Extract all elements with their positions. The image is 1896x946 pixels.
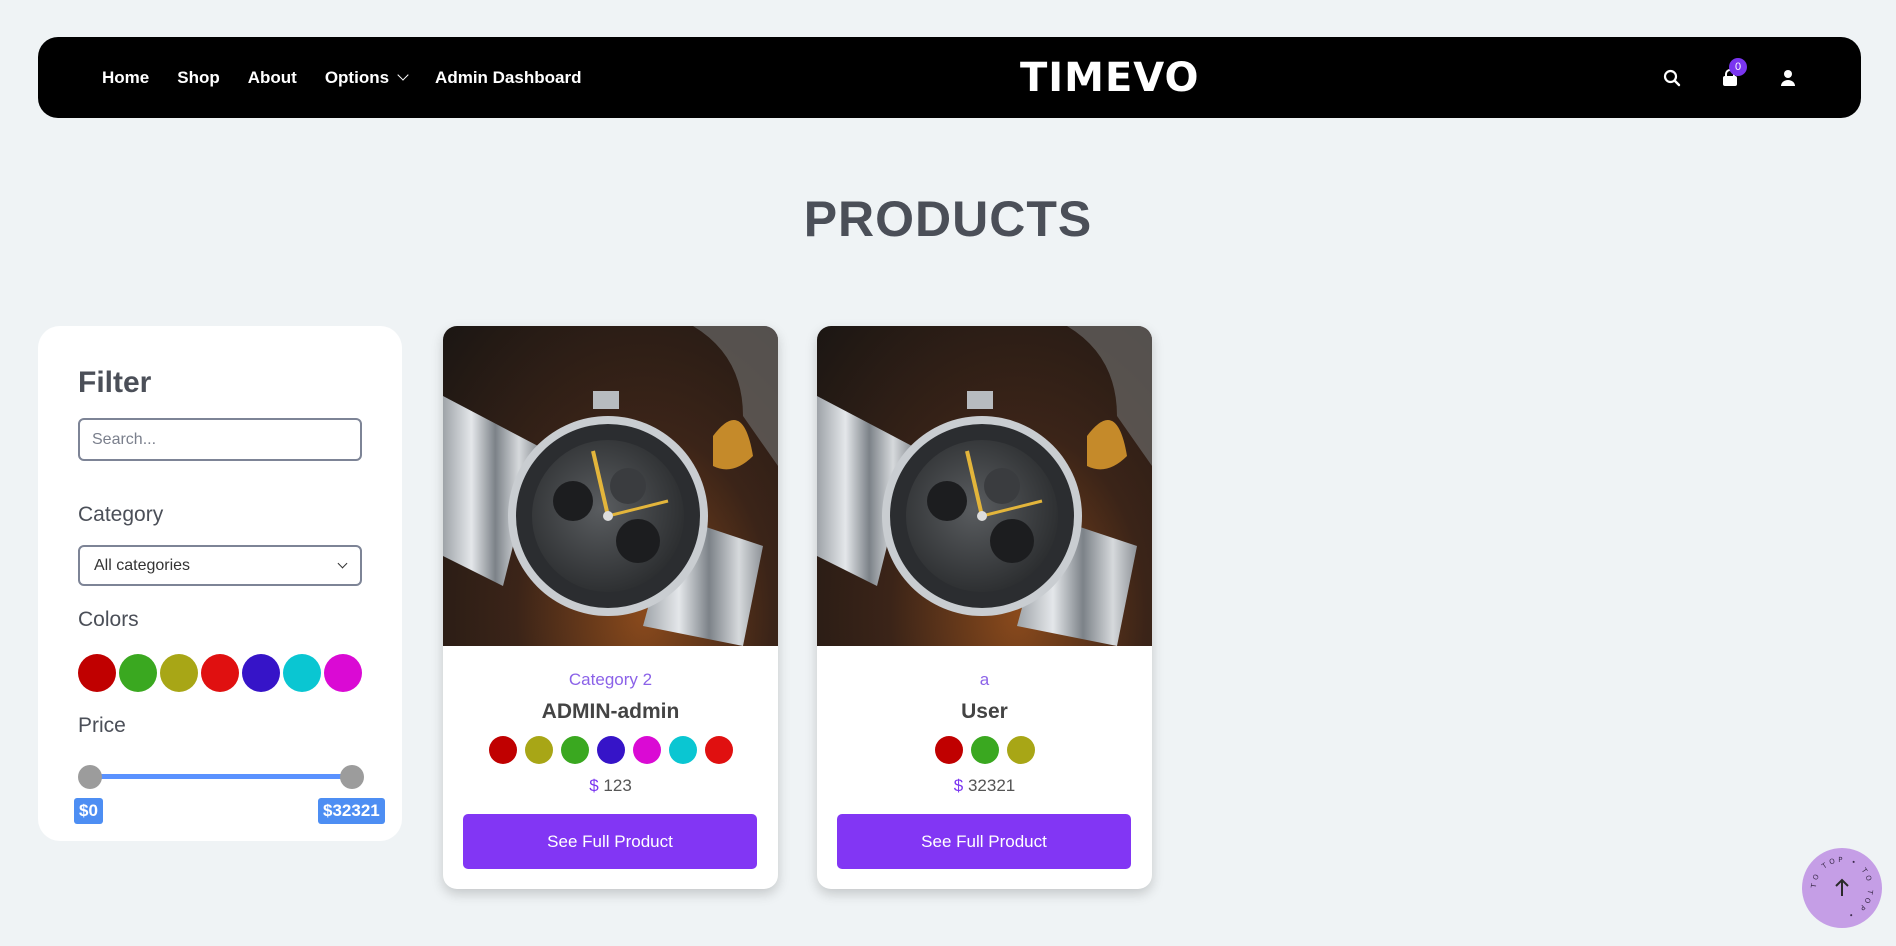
- color-swatch[interactable]: [324, 654, 362, 692]
- nav-admin-dashboard[interactable]: Admin Dashboard: [435, 68, 581, 88]
- product-card: Category 2 ADMIN-admin $ 123 See Full Pr…: [443, 326, 778, 889]
- price-range-track: [90, 774, 350, 779]
- color-swatch[interactable]: [283, 654, 321, 692]
- filter-panel: Filter Category All categories Colors Pr…: [38, 326, 402, 841]
- filter-title: Filter: [78, 366, 152, 399]
- product-price: $ 123: [443, 776, 778, 796]
- category-label: Category: [78, 503, 164, 526]
- color-swatch[interactable]: [78, 654, 116, 692]
- currency-symbol: $: [589, 776, 599, 795]
- colors-label: Colors: [78, 608, 139, 631]
- product-color-dot: [560, 736, 589, 764]
- product-color-dot: [934, 736, 963, 764]
- cart-icon[interactable]: 0: [1721, 57, 1747, 87]
- category-select[interactable]: All categories: [78, 545, 362, 586]
- product-category[interactable]: Category 2: [443, 670, 778, 690]
- see-full-product-button[interactable]: See Full Product: [837, 814, 1131, 869]
- scroll-to-top-button[interactable]: TO TOP • TO TOP •: [1802, 848, 1882, 928]
- arrow-up-icon: [1835, 878, 1849, 896]
- price-value: 123: [603, 776, 632, 795]
- cart-count-badge: 0: [1729, 57, 1747, 76]
- product-color-dot: [524, 736, 553, 764]
- user-icon[interactable]: [1779, 69, 1797, 87]
- price-min-value: $0: [74, 798, 103, 824]
- nav-about[interactable]: About: [248, 68, 297, 88]
- nav-icons: 0: [1663, 37, 1797, 118]
- nav-options-label: Options: [324, 67, 390, 87]
- color-swatches: [78, 654, 362, 692]
- color-swatch[interactable]: [160, 654, 198, 692]
- product-image[interactable]: [817, 326, 1152, 646]
- nav-options[interactable]: Options: [324, 67, 409, 88]
- logo-text: TIMEVO: [1020, 55, 1200, 101]
- logo[interactable]: TIMEVO: [1020, 55, 1200, 101]
- product-info: a User $ 32321: [817, 670, 1152, 796]
- product-color-dot: [632, 736, 661, 764]
- product-color-dot: [668, 736, 697, 764]
- nav-home[interactable]: Home: [102, 68, 149, 88]
- navbar: Home Shop About Options Admin Dashboard …: [38, 37, 1861, 118]
- product-image[interactable]: [443, 326, 778, 646]
- chevron-down-icon: [337, 558, 348, 569]
- product-colors: [817, 736, 1152, 764]
- color-swatch[interactable]: [242, 654, 280, 692]
- product-info: Category 2 ADMIN-admin $ 123: [443, 670, 778, 796]
- currency-symbol: $: [953, 776, 964, 795]
- product-name: ADMIN-admin: [541, 700, 680, 723]
- search-icon[interactable]: [1663, 69, 1681, 87]
- product-color-dot: [1006, 736, 1035, 764]
- product-color-dot: [970, 736, 999, 764]
- see-full-product-button[interactable]: See Full Product: [463, 814, 757, 869]
- chevron-down-icon: [397, 69, 409, 81]
- product-price: $ 32321: [817, 776, 1152, 796]
- price-label: Price: [78, 714, 126, 737]
- price-max-value: $32321: [318, 798, 385, 824]
- page-title: PRODUCTS: [803, 191, 1093, 247]
- nav-links: Home Shop About Options Admin Dashboard: [102, 37, 581, 118]
- color-swatch[interactable]: [201, 654, 239, 692]
- category-selected-value: All categories: [94, 556, 191, 574]
- price-min-handle[interactable]: [78, 765, 102, 789]
- product-color-dot: [704, 736, 733, 764]
- product-color-dot: [488, 736, 517, 764]
- nav-shop[interactable]: Shop: [177, 68, 220, 88]
- price-range-slider[interactable]: $0 $32321: [74, 760, 385, 824]
- price-value: 32321: [967, 776, 1016, 795]
- product-name: User: [961, 700, 1008, 723]
- product-colors: [443, 736, 778, 764]
- color-swatch[interactable]: [119, 654, 157, 692]
- product-color-dot: [596, 736, 625, 764]
- product-card: a User $ 32321 See Full Product: [817, 326, 1152, 889]
- price-max-handle[interactable]: [340, 765, 364, 789]
- product-category[interactable]: a: [817, 670, 1152, 690]
- search-input[interactable]: [78, 418, 362, 461]
